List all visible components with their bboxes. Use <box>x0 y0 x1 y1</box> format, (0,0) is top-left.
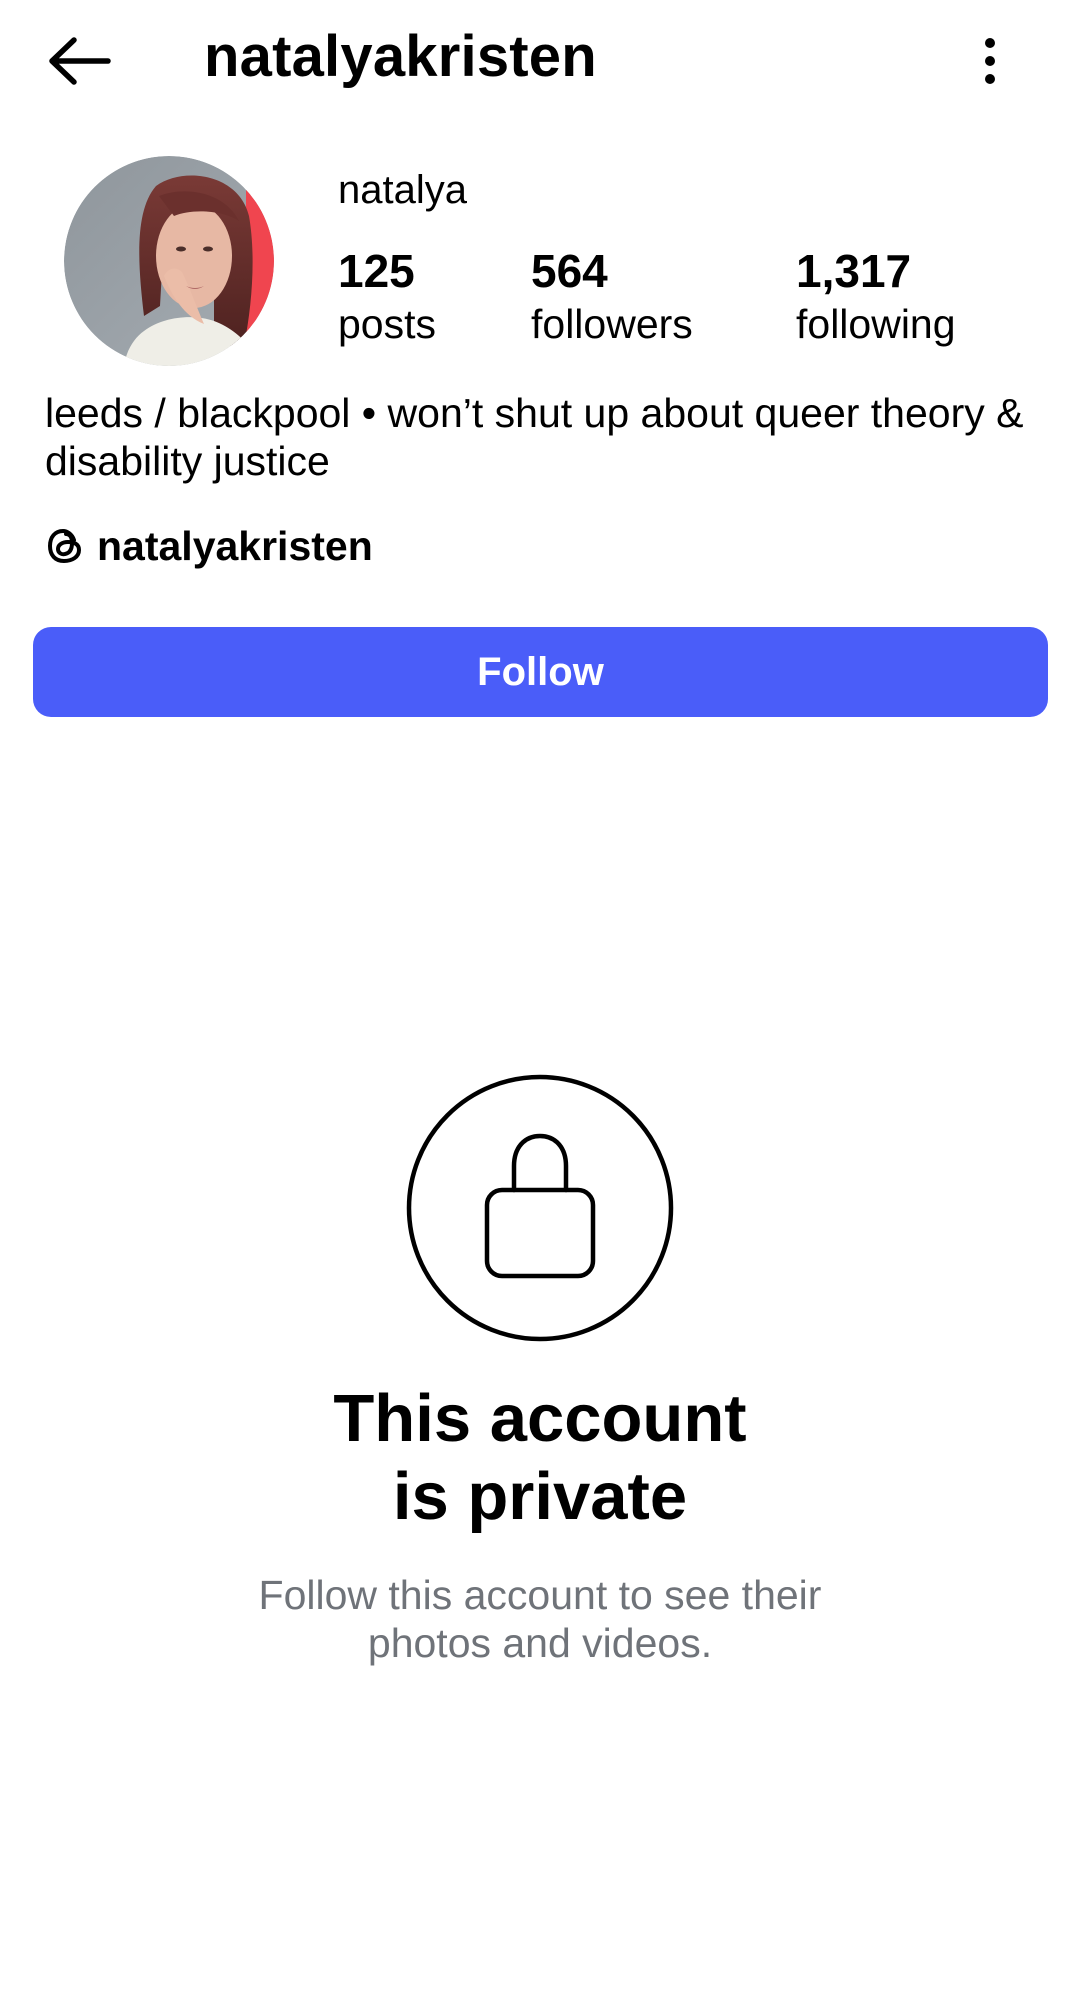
display-name: natalya <box>338 168 467 212</box>
private-title-line-1: This account <box>333 1381 747 1456</box>
posts-count: 125 <box>338 245 415 297</box>
following-label: following <box>796 301 956 347</box>
more-options-button[interactable] <box>960 28 1020 94</box>
threads-handle: natalyakristen <box>97 523 373 569</box>
stat-posts[interactable]: 125 posts <box>338 243 436 349</box>
username-title: natalyakristen <box>204 24 597 89</box>
stat-followers[interactable]: 564 followers <box>531 243 693 349</box>
following-count: 1,317 <box>796 245 912 297</box>
follow-button[interactable]: Follow <box>33 627 1048 717</box>
private-title-line-2: is private <box>392 1459 688 1534</box>
more-vertical-icon <box>985 38 995 84</box>
profile-photo <box>64 156 274 366</box>
private-subtitle-line-2: photos and videos. <box>367 1620 713 1666</box>
private-account-title: This account is private <box>140 1380 940 1536</box>
followers-count: 564 <box>531 245 608 297</box>
arrow-left-icon <box>49 37 111 85</box>
back-button[interactable] <box>36 28 122 94</box>
private-subtitle-line-1: Follow this account to see their <box>258 1572 822 1618</box>
private-account-subtitle: Follow this account to see their photos … <box>140 1571 940 1667</box>
top-app-bar: natalyakristen <box>0 0 1080 120</box>
threads-profile-link[interactable]: natalyakristen <box>45 518 373 574</box>
lock-icon <box>405 1073 675 1343</box>
followers-label: followers <box>531 301 693 347</box>
bio-text: leeds / blackpool • won’t shut up about … <box>45 390 1024 484</box>
profile-page: natalyakristen natalya 125 posts 564 fol… <box>0 0 1080 1998</box>
avatar[interactable] <box>64 156 274 366</box>
threads-icon <box>45 526 85 566</box>
posts-label: posts <box>338 301 436 347</box>
stat-following[interactable]: 1,317 following <box>796 243 956 349</box>
